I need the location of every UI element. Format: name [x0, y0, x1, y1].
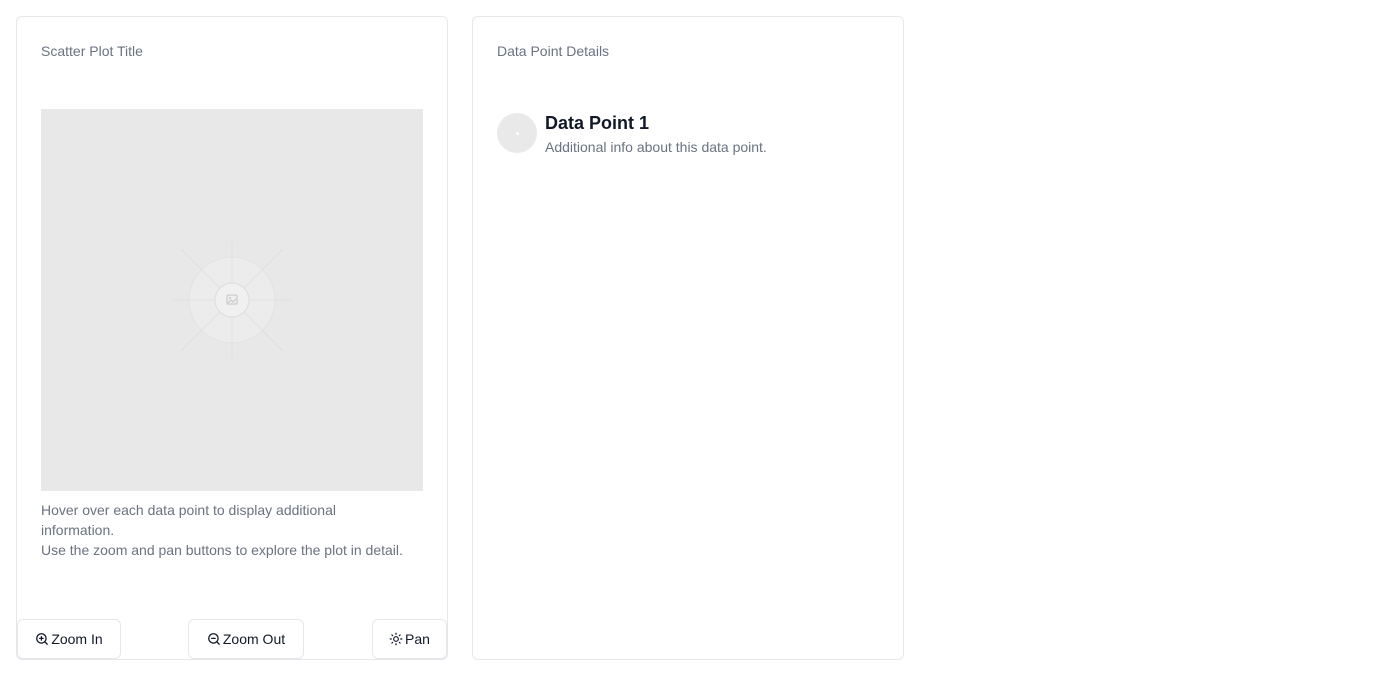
zoom-out-button[interactable]: Zoom Out	[188, 619, 304, 659]
details-title: Data Point Details	[497, 43, 610, 59]
zoom-in-button[interactable]: Zoom In	[17, 619, 121, 659]
zoom-out-label: Zoom Out	[222, 631, 286, 647]
data-point-info: Additional info about this data point.	[545, 139, 767, 155]
pan-label: Pan	[405, 631, 430, 647]
pan-button[interactable]: Pan	[372, 619, 447, 659]
image-placeholder-icon	[173, 241, 291, 359]
data-point-text: Data Point 1 Additional info about this …	[545, 113, 767, 157]
sun-icon	[389, 632, 403, 646]
data-point-avatar	[497, 113, 537, 153]
instruction-hover: Hover over each data point to display ad…	[41, 502, 336, 538]
scatter-plot-placeholder[interactable]	[41, 109, 423, 491]
avatar-placeholder-dot	[516, 132, 519, 135]
data-point-name: Data Point 1	[545, 113, 650, 133]
scatter-plot-title: Scatter Plot Title	[41, 43, 143, 59]
data-point-details-card: Data Point Details Data Point 1 Addition…	[472, 16, 904, 660]
instruction-zoom-pan: Use the zoom and pan buttons to explore …	[41, 542, 403, 558]
plot-instructions: Hover over each data point to display ad…	[41, 500, 411, 560]
data-point-entry: Data Point 1 Additional info about this …	[497, 113, 767, 157]
zoom-out-icon	[207, 633, 220, 645]
scatter-plot-card: Scatter Plot Title Hover over each data	[16, 16, 448, 660]
zoom-in-icon	[36, 633, 49, 645]
zoom-in-label: Zoom In	[51, 631, 103, 647]
